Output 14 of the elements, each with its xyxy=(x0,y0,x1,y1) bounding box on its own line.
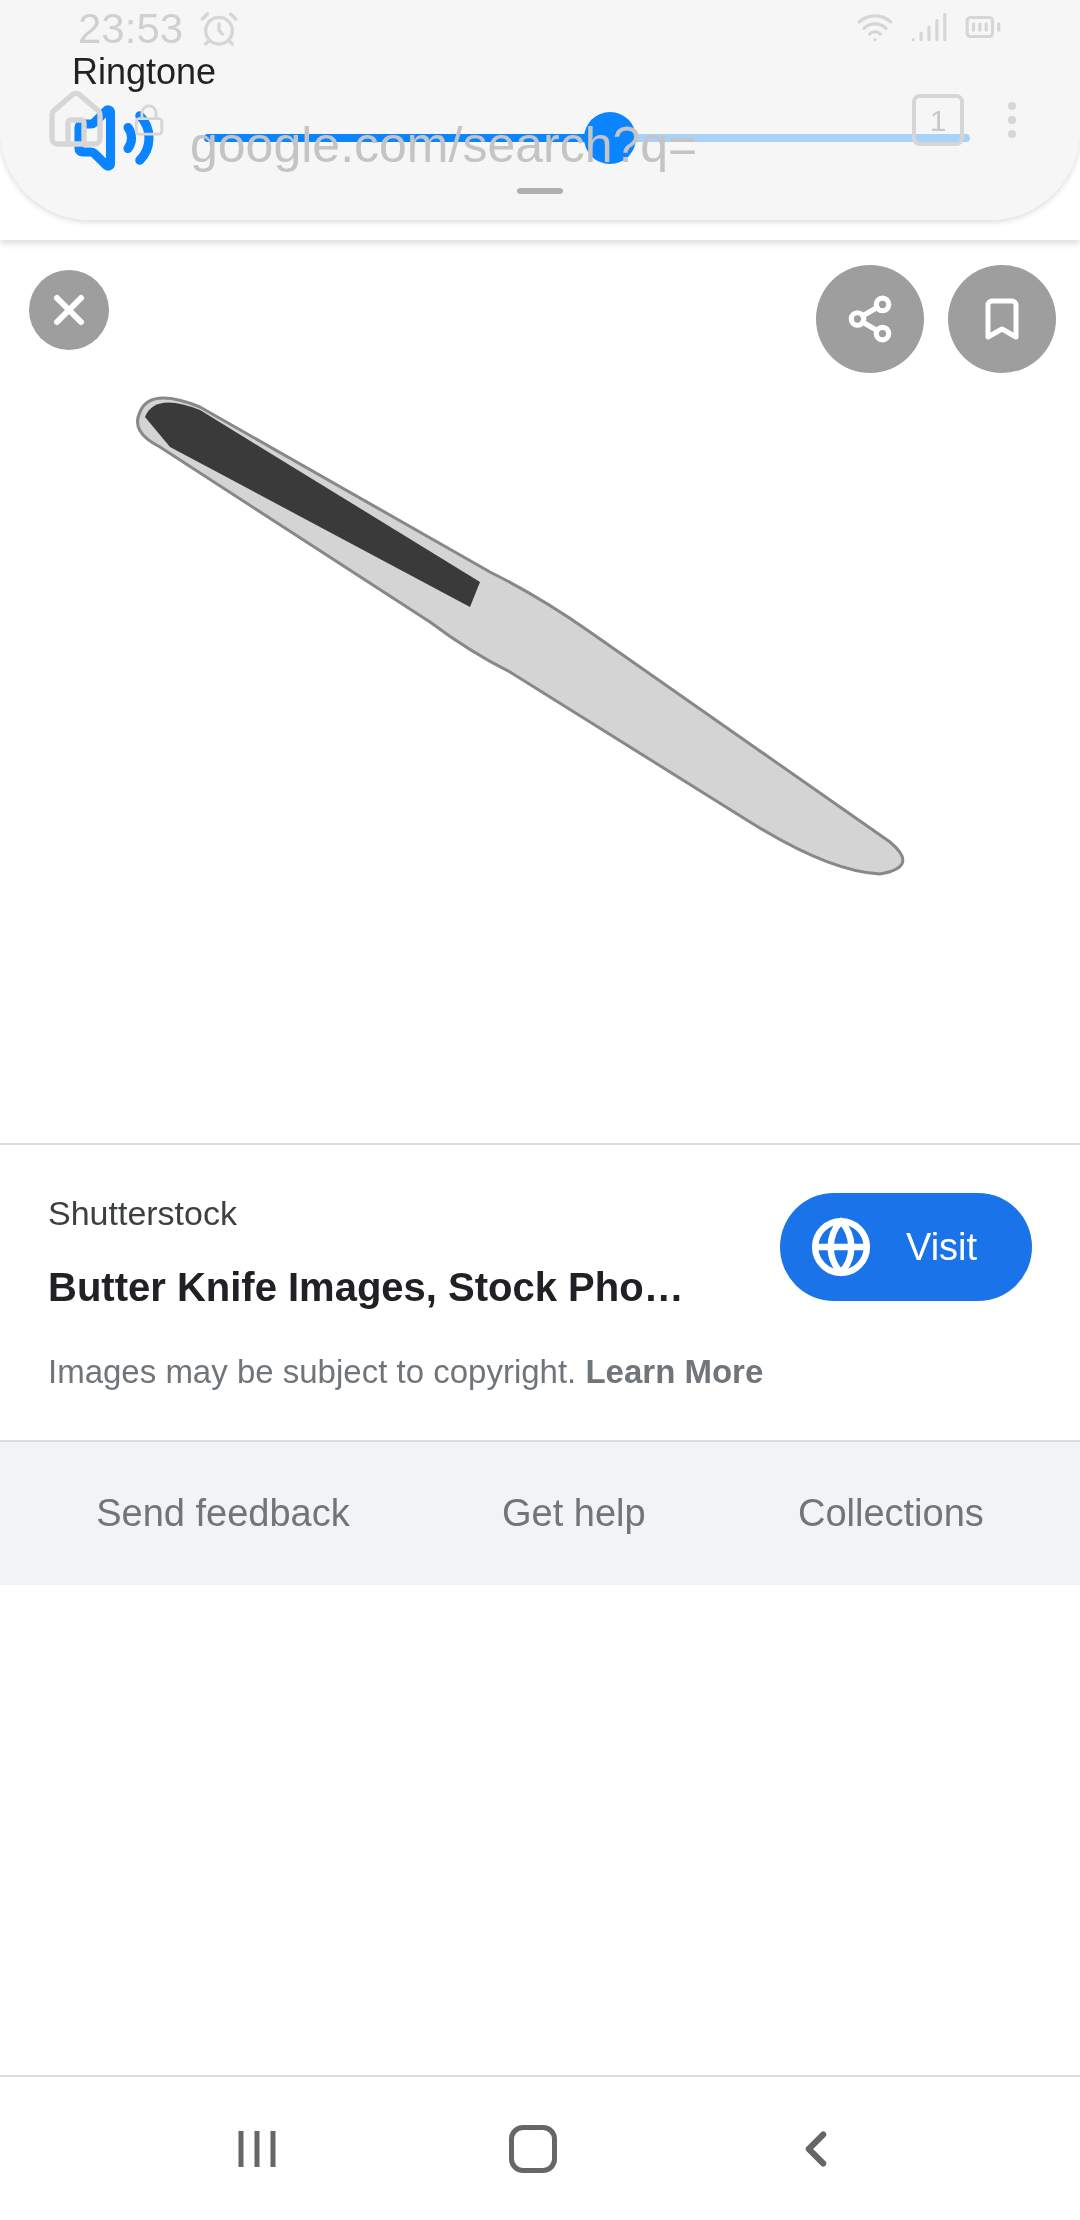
footer-link[interactable]: Collections xyxy=(797,1485,984,1542)
visit-button[interactable]: Visit xyxy=(780,1193,1032,1301)
result-title[interactable]: Butter Knife Images, Stock Pho… xyxy=(48,1257,764,1318)
alarm-icon xyxy=(199,9,240,49)
learn-more-link[interactable]: Learn More xyxy=(585,1353,764,1391)
source-name: Shutterstock xyxy=(48,1193,238,1235)
drag-handle[interactable] xyxy=(517,188,563,194)
volume-title: Ringtone xyxy=(72,54,217,90)
footer-link[interactable]: Send feedback xyxy=(96,1485,350,1542)
copyright-notice: Images may be subject to copyright. Learn More xyxy=(48,1352,764,1393)
home-button-icon[interactable] xyxy=(509,2124,557,2173)
lock-icon xyxy=(132,103,166,137)
footer-link[interactable]: Get help xyxy=(502,1485,646,1542)
globe-icon xyxy=(810,1216,872,1278)
